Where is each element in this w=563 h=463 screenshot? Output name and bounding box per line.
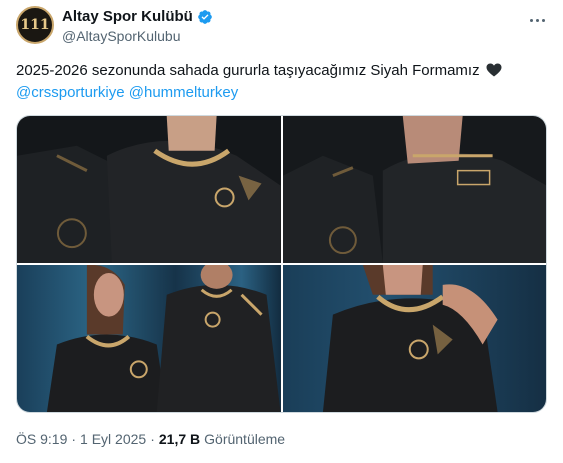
- mention-link[interactable]: @hummelturkey: [129, 84, 238, 101]
- photo-1-illustration: [17, 116, 281, 263]
- black-heart-icon: [486, 63, 502, 77]
- tweet-date[interactable]: 1 Eyl 2025: [80, 431, 146, 447]
- media-photo-3[interactable]: [17, 265, 281, 412]
- more-dot-icon: [529, 18, 533, 22]
- avatar-logo-text: 111: [20, 17, 50, 33]
- author-name[interactable]: Altay Spor Kulübü: [62, 8, 193, 25]
- verified-badge-icon: [198, 9, 212, 24]
- more-dot-icon: [535, 18, 539, 22]
- author-name-row[interactable]: Altay Spor Kulübü: [62, 8, 213, 25]
- more-dot-icon: [541, 18, 545, 22]
- author-avatar[interactable]: 111: [16, 6, 54, 44]
- media-photo-1[interactable]: [17, 116, 281, 263]
- views-label: Görüntüleme: [204, 431, 286, 447]
- tweet-body: 2025-2026 sezonunda sahada gururla taşıy…: [16, 62, 480, 79]
- more-options-button[interactable]: [525, 10, 549, 30]
- photo-2-illustration: [282, 116, 546, 263]
- photo-4-illustration: [322, 265, 498, 412]
- media-grid: [16, 115, 547, 413]
- tweet-text: 2025-2026 sezonunda sahada gururla taşıy…: [16, 60, 551, 104]
- photo-3-illustration: [46, 265, 281, 412]
- mention-link[interactable]: @crssporturkiye: [16, 84, 125, 101]
- media-photo-2[interactable]: [282, 116, 546, 263]
- view-count: 21,7 B: [158, 431, 201, 447]
- tweet-time[interactable]: ÖS 9:19: [16, 431, 67, 447]
- meta-separator: ·: [71, 431, 77, 447]
- meta-separator: ·: [150, 431, 155, 447]
- media-photo-4[interactable]: [282, 265, 546, 412]
- tweet-meta: ÖS 9:19 · 1 Eyl 2025 · 21,7 B Görüntülem…: [16, 431, 285, 447]
- author-handle[interactable]: @AltaySporKulubu: [62, 28, 181, 44]
